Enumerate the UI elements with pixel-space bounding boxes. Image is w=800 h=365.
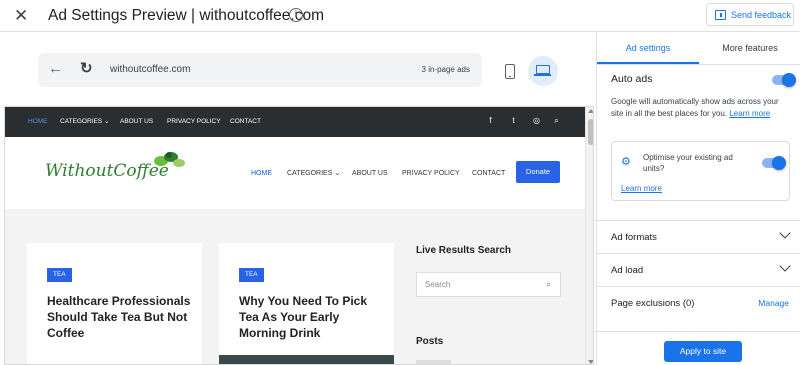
settings-panel: Ad settings More features Auto ads Googl… <box>596 33 800 365</box>
page-title: Ad Settings Preview | withoutcoffee.com <box>48 7 324 24</box>
posts-heading: Posts <box>416 336 444 347</box>
posts-tab-indicator <box>416 360 451 364</box>
live-search-title: Live Results Search <box>416 245 512 256</box>
active-tab-indicator <box>597 62 699 64</box>
article-title[interactable]: Healthcare Professionals Should Take Tea… <box>47 293 197 341</box>
send-feedback-label: Send feedback <box>731 10 792 20</box>
close-icon[interactable]: ✕ <box>14 6 28 26</box>
optimise-ad-units-box: ⚙ Optimise your existing ad units? Learn… <box>611 141 790 201</box>
site-search-icon[interactable]: ⌕ <box>551 115 562 126</box>
chevron-down-icon <box>779 227 791 239</box>
optimise-ad-units-text: Optimise your existing ad units? <box>643 153 733 173</box>
send-feedback-button[interactable]: Send feedback <box>706 3 794 26</box>
settings-gear-icon: ⚙ <box>621 156 631 168</box>
site-top-nav-categories[interactable]: CATEGORIES ⌄ <box>60 117 109 126</box>
ad-load-row[interactable]: Ad load <box>597 253 800 286</box>
back-arrow-icon[interactable]: ← <box>48 60 63 78</box>
live-search-input[interactable]: Search ⌕ <box>416 272 561 297</box>
page-exclusions-label: Page exclusions (0) <box>611 298 695 309</box>
site-header: WithoutCoffee HOME CATEGORIES ⌄ ABOUT US… <box>5 137 585 209</box>
ad-settings-preview-window: ✕ Ad Settings Preview | withoutcoffee.co… <box>0 0 800 365</box>
site-menu-privacy[interactable]: PRIVACY POLICY <box>402 169 460 179</box>
panel-footer: Apply to site <box>597 331 800 365</box>
info-icon[interactable]: i <box>289 8 303 22</box>
twitter-icon[interactable]: t <box>508 115 519 126</box>
toggle-knob <box>782 73 796 87</box>
article-title[interactable]: Why You Need To Pick Tea As Your Early M… <box>239 293 389 341</box>
toggle-knob <box>772 156 786 170</box>
ad-formats-row[interactable]: Ad formats <box>597 220 800 253</box>
site-top-nav-privacy[interactable]: PRIVACY POLICY <box>167 117 221 126</box>
optimise-ad-units-toggle[interactable] <box>762 156 786 170</box>
site-top-nav-contact[interactable]: CONTACT <box>230 117 261 126</box>
preview-browser-bar: ← ↻ withoutcoffee.com 3 in-page ads <box>38 53 482 87</box>
site-top-nav-home[interactable]: HOME <box>28 117 48 126</box>
facebook-icon[interactable]: f <box>485 115 496 126</box>
ad-formats-label: Ad formats <box>611 232 657 243</box>
scrollbar-thumb[interactable] <box>588 119 593 145</box>
site-menu-about[interactable]: ABOUT US <box>352 169 388 179</box>
optimise-learn-more-link[interactable]: Learn more <box>621 183 662 194</box>
auto-ads-learn-more-link[interactable]: Learn more <box>729 109 770 118</box>
ad-load-label: Ad load <box>611 265 644 276</box>
preview-scrollbar[interactable] <box>585 107 593 364</box>
auto-ads-toggle[interactable] <box>772 73 796 87</box>
reload-icon[interactable]: ↻ <box>80 60 93 78</box>
search-icon: ⌕ <box>546 280 551 289</box>
tab-more-features[interactable]: More features <box>699 33 800 64</box>
page-exclusions-row: Page exclusions (0) Manage <box>597 286 800 319</box>
site-menu-categories[interactable]: CATEGORIES ⌄ <box>287 169 340 179</box>
manage-link[interactable]: Manage <box>758 297 789 309</box>
article-thumbnail[interactable] <box>219 355 394 364</box>
logo-leaf-icon <box>154 152 185 167</box>
feedback-icon <box>715 10 726 20</box>
site-menu-contact[interactable]: CONTACT <box>472 169 505 179</box>
desktop-device-icon <box>534 65 551 76</box>
site-preview-frame: HOME CATEGORIES ⌄ ABOUT US PRIVACY POLIC… <box>4 106 594 365</box>
mobile-device-icon[interactable] <box>505 64 515 79</box>
donate-button[interactable]: Donate <box>516 161 560 183</box>
auto-ads-title: Auto ads <box>611 73 653 85</box>
category-tag[interactable]: TEA <box>47 268 72 282</box>
site-top-nav-about[interactable]: ABOUT US <box>120 117 153 126</box>
scroll-down-icon[interactable] <box>588 360 593 364</box>
url-display: withoutcoffee.com <box>110 64 191 75</box>
top-bar: ✕ Ad Settings Preview | withoutcoffee.co… <box>0 0 800 32</box>
apply-to-site-button[interactable]: Apply to site <box>664 341 742 362</box>
chevron-down-icon <box>779 260 791 272</box>
tabs-divider <box>597 64 800 65</box>
search-placeholder: Search <box>425 280 451 289</box>
article-card[interactable]: TEA Why You Need To Pick Tea As Your Ear… <box>219 243 394 364</box>
preview-area: ← ↻ withoutcoffee.com 3 in-page ads HOME… <box>0 33 596 365</box>
auto-ads-description: Google will automatically show ads acros… <box>611 96 781 120</box>
desktop-device-button[interactable] <box>528 56 558 86</box>
site-menu-home[interactable]: HOME <box>251 169 272 179</box>
instagram-icon[interactable]: ◎ <box>531 115 542 126</box>
category-tag[interactable]: TEA <box>239 268 264 282</box>
article-card[interactable]: TEA Healthcare Professionals Should Take… <box>27 243 202 364</box>
site-top-nav: HOME CATEGORIES ⌄ ABOUT US PRIVACY POLIC… <box>5 107 585 137</box>
scroll-up-icon[interactable] <box>588 109 593 113</box>
tab-ad-settings[interactable]: Ad settings <box>597 33 699 64</box>
in-page-ads-count: 3 in-page ads <box>421 65 470 74</box>
